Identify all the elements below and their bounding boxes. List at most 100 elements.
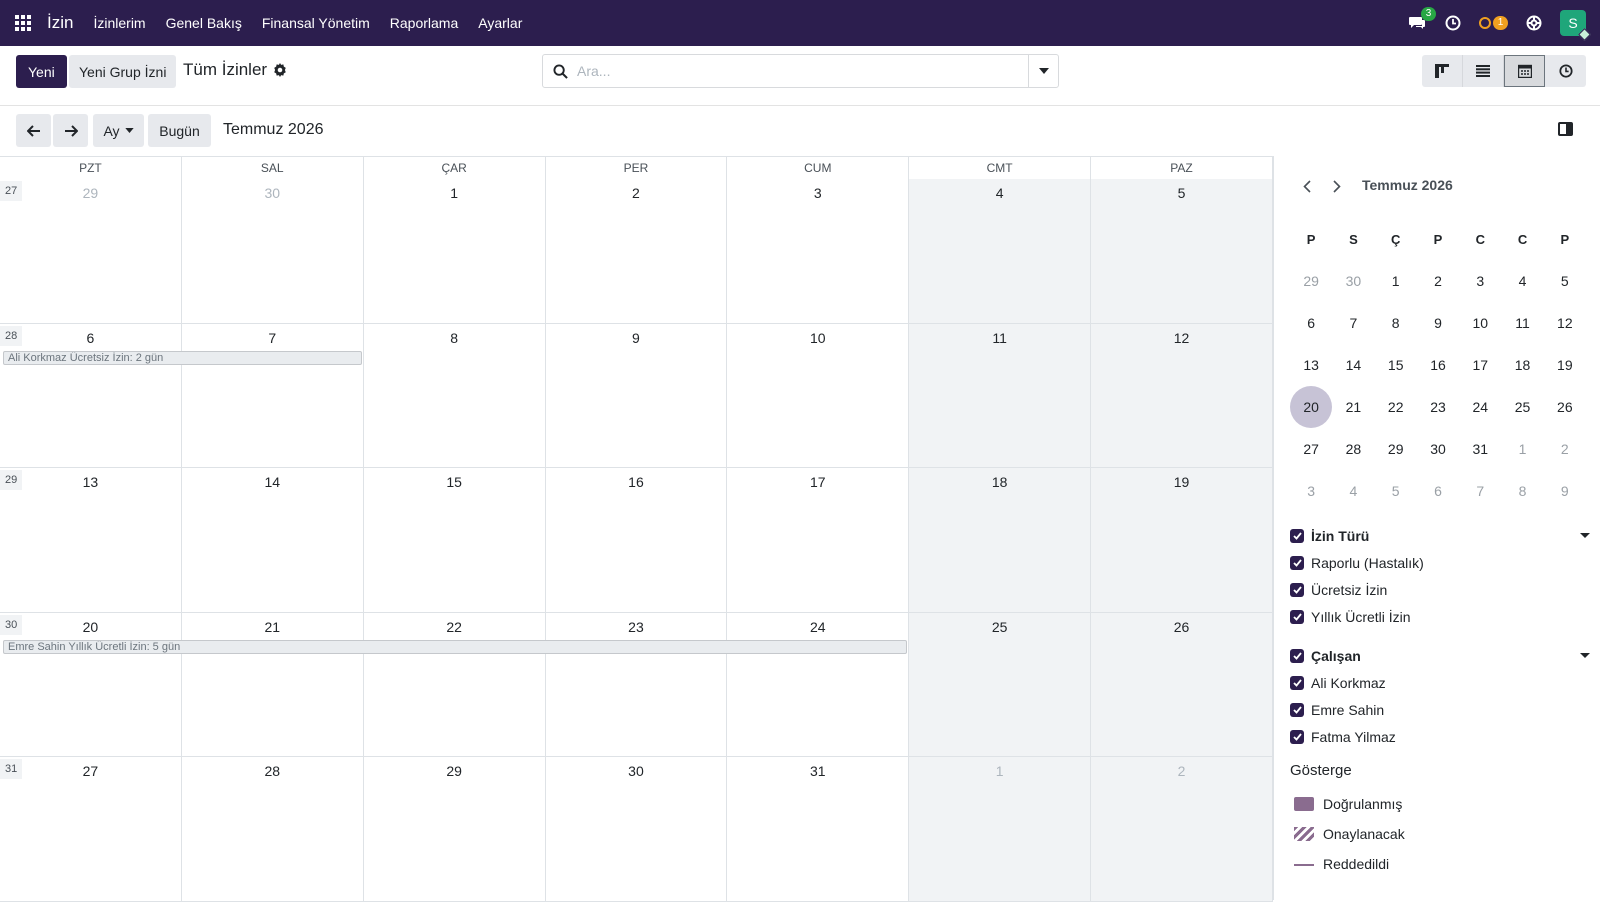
new-group-leave-button[interactable]: Yeni Grup İzni [69,55,177,88]
day-cell[interactable]: 4 [909,179,1092,323]
day-cell[interactable]: 24 [727,612,910,756]
mini-day[interactable]: 7 [1459,470,1501,512]
day-cell[interactable]: 31 [727,757,910,901]
sidebar-toggle-icon[interactable] [1558,122,1573,136]
mini-day[interactable]: 5 [1375,470,1417,512]
day-cell[interactable]: 8 [364,323,546,467]
today-button[interactable]: Bugün [148,114,211,147]
checkbox-icon[interactable] [1290,675,1304,690]
day-cell[interactable]: 1 [909,757,1092,901]
filter-header-leave-type[interactable]: İzin Türü [1290,522,1590,549]
day-cell[interactable]: 30 [182,179,364,323]
new-button[interactable]: Yeni [16,55,67,88]
mini-day[interactable]: 3 [1459,260,1501,302]
day-cell[interactable]: 21 [182,612,364,756]
menu-item-reporting[interactable]: Raporlama [390,15,458,31]
day-cell[interactable]: 16 [546,468,728,612]
day-cell[interactable]: 2 [1091,757,1273,901]
mini-day[interactable]: 6 [1417,470,1459,512]
mini-day[interactable]: 24 [1459,386,1501,428]
mini-day[interactable]: 2 [1417,260,1459,302]
mini-day[interactable]: 1 [1501,428,1543,470]
mini-day[interactable]: 16 [1417,344,1459,386]
menu-item-overview[interactable]: Genel Bakış [166,15,242,31]
day-cell[interactable]: 3 [727,179,910,323]
mini-prev-button[interactable] [1297,174,1317,198]
mini-day[interactable]: 7 [1332,302,1374,344]
app-name[interactable]: İzin [47,13,73,33]
kanban-view-button[interactable] [1422,55,1463,87]
messages-button[interactable]: 3 [1407,7,1436,33]
mini-day[interactable]: 15 [1375,344,1417,386]
mini-calendar-title[interactable]: Temmuz 2026 [1362,177,1453,193]
mini-day[interactable]: 21 [1332,386,1374,428]
mini-day[interactable]: 17 [1459,344,1501,386]
mini-day[interactable]: 13 [1290,344,1332,386]
checkbox-icon[interactable] [1290,648,1304,663]
mini-day[interactable]: 29 [1290,260,1332,302]
checkbox-icon[interactable] [1290,555,1304,570]
filter-item-employee[interactable]: Emre Sahin [1290,696,1590,723]
mini-day[interactable]: 3 [1290,470,1332,512]
day-cell[interactable]: 18 [909,468,1092,612]
day-cell[interactable]: 6 [0,323,182,467]
day-cell[interactable]: 28 [182,757,364,901]
filter-item-employee[interactable]: Fatma Yilmaz [1290,723,1590,750]
mini-day-today[interactable]: 20 [1290,386,1333,428]
day-cell[interactable]: 7 [182,323,364,467]
checkbox-icon[interactable] [1290,582,1304,597]
mini-day[interactable]: 5 [1544,260,1586,302]
search-options-toggle[interactable] [1028,55,1058,87]
checkbox-icon[interactable] [1290,528,1304,543]
day-cell[interactable]: 13 [0,468,182,612]
mini-day[interactable]: 4 [1501,260,1543,302]
caret-down-icon[interactable] [1580,533,1590,538]
scale-dropdown[interactable]: Ay [93,114,144,147]
checkbox-icon[interactable] [1290,609,1304,624]
timer-button[interactable]: 1 [1479,16,1508,30]
mini-day[interactable]: 18 [1501,344,1543,386]
mini-next-button[interactable] [1327,174,1347,198]
day-cell[interactable]: 23 [546,612,728,756]
mini-day[interactable]: 19 [1544,344,1586,386]
mini-day[interactable]: 6 [1290,302,1332,344]
filter-header-employee[interactable]: Çalışan [1290,642,1590,669]
day-cell[interactable]: 11 [909,323,1092,467]
mini-day[interactable]: 22 [1375,386,1417,428]
filter-item-unpaid-leave[interactable]: Ücretsiz İzin [1290,576,1590,603]
mini-day[interactable]: 8 [1375,302,1417,344]
mini-day[interactable]: 8 [1501,470,1543,512]
search-input[interactable] [577,63,1028,79]
checkbox-icon[interactable] [1290,702,1304,717]
calendar-view-button[interactable] [1504,55,1545,87]
mini-day[interactable]: 9 [1544,470,1586,512]
mini-day[interactable]: 10 [1459,302,1501,344]
caret-down-icon[interactable] [1580,653,1590,658]
apps-menu-icon[interactable] [0,0,46,46]
day-cell[interactable]: 14 [182,468,364,612]
mini-day[interactable]: 9 [1417,302,1459,344]
next-period-button[interactable] [53,114,88,147]
mini-day[interactable]: 14 [1332,344,1374,386]
mini-day[interactable]: 26 [1544,386,1586,428]
mini-day[interactable]: 12 [1544,302,1586,344]
day-cell[interactable]: 15 [364,468,546,612]
filter-item-annual-paid-leave[interactable]: Yıllık Ücretli İzin [1290,603,1590,630]
user-avatar[interactable]: S [1560,10,1591,41]
support-button[interactable] [1524,13,1544,33]
menu-item-settings[interactable]: Ayarlar [478,15,522,31]
day-cell[interactable]: 1 [364,179,546,323]
mini-day[interactable]: 25 [1501,386,1543,428]
filter-item-sick-leave[interactable]: Raporlu (Hastalık) [1290,549,1590,576]
mini-day[interactable]: 27 [1290,428,1332,470]
mini-day[interactable]: 1 [1375,260,1417,302]
menu-item-financial-management[interactable]: Finansal Yönetim [262,15,370,31]
day-cell[interactable]: 9 [546,323,728,467]
day-cell[interactable]: 25 [909,612,1092,756]
leave-event[interactable]: Emre Sahin Yıllık Ücretli İzin: 5 gün [3,639,908,654]
day-cell[interactable]: 22 [364,612,546,756]
day-cell[interactable]: 2 [546,179,728,323]
day-cell[interactable]: 30 [546,757,728,901]
list-view-button[interactable] [1463,55,1504,87]
mini-day[interactable]: 30 [1417,428,1459,470]
